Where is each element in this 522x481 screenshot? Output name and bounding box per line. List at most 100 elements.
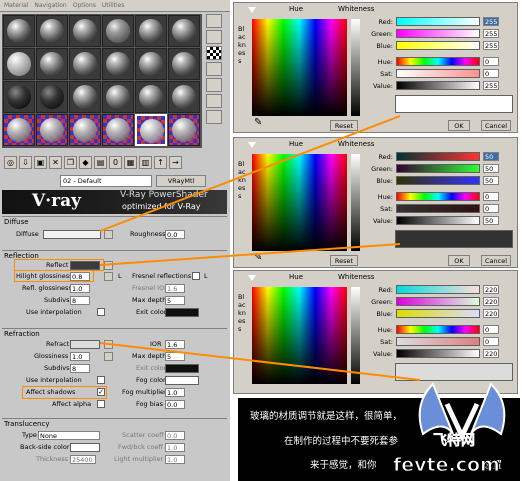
sample-slot[interactable] bbox=[69, 81, 101, 113]
hue-value[interactable]: 0 bbox=[483, 57, 499, 66]
sat-value[interactable]: 0 bbox=[483, 337, 499, 346]
blue-slider[interactable] bbox=[396, 309, 480, 318]
sample-slot[interactable] bbox=[36, 81, 68, 113]
hue-blackness-field[interactable] bbox=[252, 154, 347, 251]
red-slider[interactable] bbox=[396, 17, 480, 26]
make-copy-icon[interactable]: ❐ bbox=[64, 155, 77, 169]
max-depth-spinner[interactable]: 5 bbox=[165, 352, 185, 361]
hilight-map-button[interactable] bbox=[104, 272, 113, 281]
reset-map-icon[interactable]: ✕ bbox=[49, 155, 62, 169]
sample-slot[interactable] bbox=[3, 15, 35, 47]
blue-value[interactable]: 255 bbox=[483, 41, 499, 50]
sat-slider[interactable] bbox=[396, 204, 480, 213]
sample-slot[interactable] bbox=[135, 15, 167, 47]
hue-pointer-icon[interactable] bbox=[248, 275, 256, 281]
subdivs-spinner[interactable]: 8 bbox=[70, 296, 90, 305]
roughness-spinner[interactable]: 0.0 bbox=[165, 230, 185, 239]
green-value[interactable]: 220 bbox=[483, 297, 499, 306]
cancel-button[interactable]: Cancel bbox=[481, 255, 511, 266]
options-icon[interactable] bbox=[206, 110, 222, 124]
put-to-library-icon[interactable]: ▤ bbox=[94, 155, 107, 169]
put-to-scene-icon[interactable]: ⇩ bbox=[19, 155, 32, 169]
whiteness-slider[interactable] bbox=[351, 19, 360, 116]
menu-options[interactable]: Options bbox=[73, 0, 96, 11]
go-forward-sibling-icon[interactable]: → bbox=[169, 155, 182, 169]
hue-slider[interactable] bbox=[396, 325, 480, 334]
type-dropdown[interactable]: None bbox=[38, 431, 100, 440]
blue-value[interactable]: 220 bbox=[483, 309, 499, 318]
make-preview-icon[interactable] bbox=[206, 94, 222, 108]
sat-value[interactable]: 0 bbox=[483, 204, 499, 213]
ok-button[interactable]: OK bbox=[448, 255, 470, 266]
material-effects-channel-icon[interactable]: 0 bbox=[109, 155, 122, 169]
get-material-icon[interactable]: ◎ bbox=[4, 155, 17, 169]
sample-slot[interactable] bbox=[168, 114, 200, 146]
hue-slider[interactable] bbox=[396, 192, 480, 201]
red-value[interactable]: 220 bbox=[483, 285, 499, 294]
sample-slot[interactable] bbox=[102, 15, 134, 47]
thickness-spinner[interactable]: 25400 bbox=[70, 455, 96, 464]
green-value[interactable]: 255 bbox=[483, 29, 499, 38]
use-interpolation-checkbox[interactable] bbox=[97, 376, 105, 384]
sample-slot[interactable] bbox=[102, 114, 134, 146]
refract-color-swatch[interactable] bbox=[70, 340, 100, 349]
reset-button[interactable]: Reset bbox=[330, 255, 358, 266]
sample-type-icon[interactable] bbox=[206, 14, 222, 28]
blue-slider[interactable] bbox=[396, 176, 480, 185]
background-checker-icon[interactable] bbox=[206, 46, 222, 60]
menu-navigation[interactable]: Navigation bbox=[34, 0, 66, 11]
backlight-icon[interactable] bbox=[206, 30, 222, 44]
eyedropper-icon[interactable]: ✎ bbox=[254, 252, 262, 263]
back-side-color-swatch[interactable] bbox=[70, 443, 100, 452]
fresnel-ior-spinner[interactable]: 1.6 bbox=[165, 284, 185, 293]
value-slider[interactable] bbox=[396, 81, 480, 90]
hue-pointer-icon[interactable] bbox=[248, 7, 256, 13]
glossiness-spinner[interactable]: 1.0 bbox=[70, 352, 90, 361]
sample-slot[interactable] bbox=[36, 48, 68, 80]
sample-slot[interactable] bbox=[69, 114, 101, 146]
value-value[interactable]: 255 bbox=[483, 81, 499, 90]
refl-glossiness-spinner[interactable]: 1.0 bbox=[70, 284, 90, 293]
green-slider[interactable] bbox=[396, 29, 480, 38]
fresnel-reflections-checkbox[interactable] bbox=[192, 272, 200, 280]
exit-color-swatch[interactable] bbox=[165, 308, 199, 317]
green-slider[interactable] bbox=[396, 297, 480, 306]
go-to-parent-icon[interactable]: ↑ bbox=[154, 155, 167, 169]
sample-slot[interactable] bbox=[168, 48, 200, 80]
sample-slot[interactable] bbox=[69, 48, 101, 80]
menu-material[interactable]: Material bbox=[4, 0, 28, 11]
glossiness-map-button[interactable] bbox=[104, 352, 113, 361]
scatter-coeff-spinner[interactable]: 0.0 bbox=[165, 431, 185, 440]
video-check-icon[interactable] bbox=[206, 78, 222, 92]
sat-value[interactable]: 0 bbox=[483, 69, 499, 78]
reflect-map-button[interactable] bbox=[104, 261, 113, 270]
eyedropper-icon[interactable]: ✎ bbox=[254, 117, 262, 128]
cancel-button[interactable]: Cancel bbox=[481, 120, 511, 131]
hue-blackness-field[interactable] bbox=[252, 287, 347, 384]
value-slider[interactable] bbox=[396, 216, 480, 225]
hue-value[interactable]: 0 bbox=[483, 325, 499, 334]
ok-button[interactable]: OK bbox=[448, 120, 470, 131]
sample-slot[interactable] bbox=[36, 114, 68, 146]
blue-value[interactable]: 50 bbox=[483, 176, 499, 185]
material-name-dropdown[interactable]: 02 - Default bbox=[60, 175, 152, 187]
max-depth-spinner[interactable]: 5 bbox=[165, 296, 185, 305]
hue-blackness-field[interactable] bbox=[252, 19, 347, 116]
sample-slot[interactable] bbox=[168, 15, 200, 47]
value-slider[interactable] bbox=[396, 349, 480, 358]
lock-l-label-2[interactable]: L bbox=[204, 272, 208, 280]
blue-slider[interactable] bbox=[396, 41, 480, 50]
menu-utilities[interactable]: Utilities bbox=[102, 0, 125, 11]
show-end-result-icon[interactable]: ▥ bbox=[139, 155, 152, 169]
hue-value[interactable]: 0 bbox=[483, 192, 499, 201]
sample-slot[interactable] bbox=[102, 48, 134, 80]
sample-slot[interactable] bbox=[3, 48, 35, 80]
refract-map-button[interactable] bbox=[104, 340, 113, 349]
sample-slot[interactable] bbox=[69, 15, 101, 47]
diffuse-color-swatch[interactable] bbox=[43, 230, 101, 239]
whiteness-slider[interactable] bbox=[351, 154, 360, 251]
hue-pointer-icon[interactable] bbox=[248, 142, 256, 148]
affect-alpha-checkbox[interactable] bbox=[97, 400, 105, 408]
whiteness-slider[interactable] bbox=[351, 287, 360, 384]
green-slider[interactable] bbox=[396, 164, 480, 173]
